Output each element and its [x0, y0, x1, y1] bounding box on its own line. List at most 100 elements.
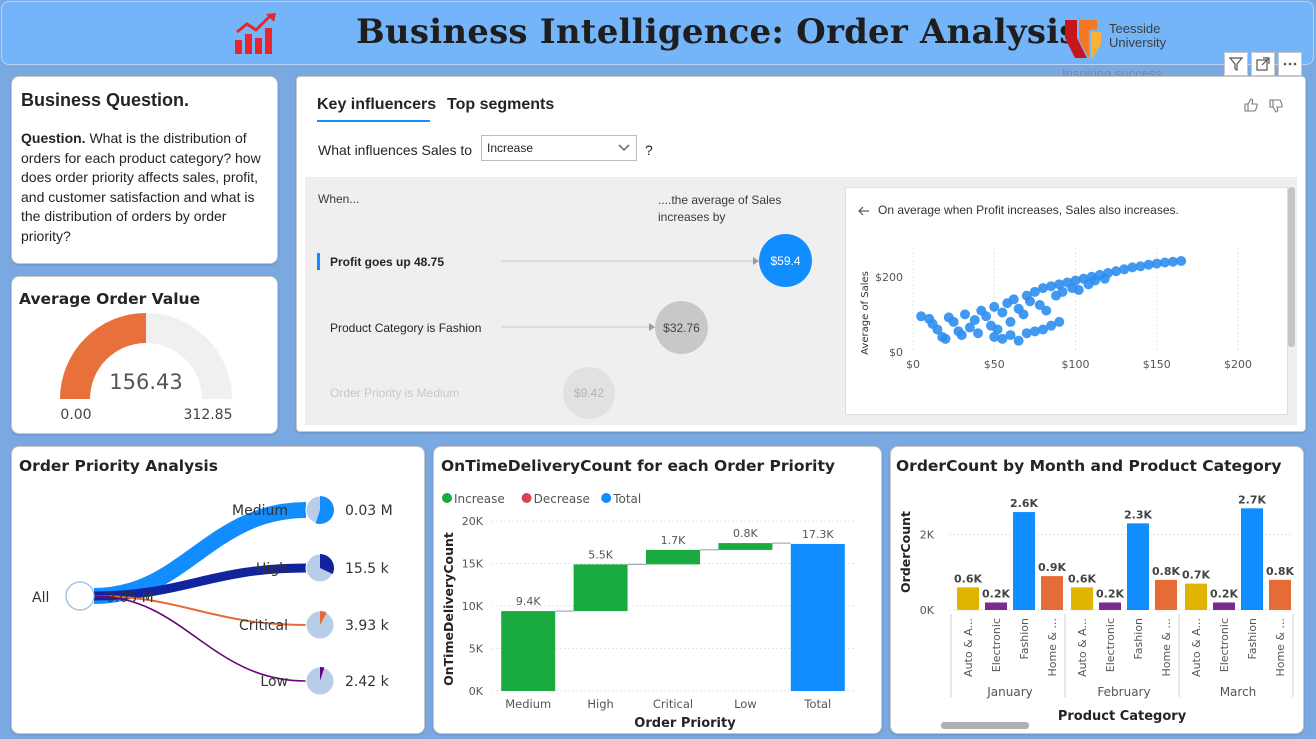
sales-vs-profit-scatter[interactable]: Average of Sales $0 $50 $100 $150 $200 $0 $200: [846, 188, 1287, 414]
scatter-point[interactable]: [940, 333, 951, 344]
thumbs-up-icon[interactable]: [1243, 97, 1259, 113]
decomposition-tree[interactable]: All 0.05 M Medium 0.03 M High 15.5 k Critica…: [12, 447, 426, 735]
waterfall-bar[interactable]: [646, 549, 700, 565]
ordercount-bar[interactable]: [1155, 579, 1177, 610]
waterfall-bar[interactable]: [573, 564, 628, 612]
legend-marker: [442, 493, 452, 503]
waterfall-bar[interactable]: [501, 611, 556, 691]
waterfall-data-label: 0.8K: [733, 527, 758, 540]
waterfall-x-tick: Total: [803, 697, 831, 711]
ordercount-bar[interactable]: [1071, 587, 1093, 610]
scatter-point[interactable]: [1041, 305, 1052, 316]
gauge-chart[interactable]: 156.43 0.00 312.85: [12, 277, 279, 435]
tab-key-influencers[interactable]: Key influencers: [317, 96, 436, 114]
scatter-point[interactable]: [973, 328, 983, 339]
scatter-point[interactable]: [1008, 294, 1019, 305]
branch-value: 2.42 k: [345, 674, 390, 690]
legend-label[interactable]: Decrease: [534, 492, 590, 506]
scatter-x-tick: $100: [1062, 358, 1090, 371]
filter-icon[interactable]: [1224, 52, 1248, 76]
scatter-point[interactable]: [1054, 316, 1065, 327]
chevron-down-icon: [618, 144, 630, 151]
focus-mode-icon[interactable]: [1251, 52, 1275, 76]
ordercount-data-label: 2.6K: [1010, 497, 1038, 510]
scatter-point[interactable]: [1073, 284, 1084, 295]
scatter-y-tick: $0: [889, 346, 903, 359]
scatter-point[interactable]: [1005, 330, 1016, 341]
ordercount-month-label: March: [1220, 685, 1257, 699]
scatter-point[interactable]: [948, 316, 959, 327]
ordercount-category-tick: Auto & A...: [1076, 618, 1089, 677]
scatter-point[interactable]: [956, 330, 967, 341]
influencer-arrow: [501, 323, 655, 331]
waterfall-x-tick: Medium: [505, 697, 551, 711]
waterfall-ylabel: OnTimeDeliveryCount: [441, 532, 456, 686]
gauge-max: 312.85: [184, 407, 233, 423]
thumbs-down-icon[interactable]: [1268, 98, 1284, 114]
ordercount-bar[interactable]: [1127, 523, 1149, 610]
scatter-ylabel: Average of Sales: [860, 271, 871, 355]
bar-chart-trend-icon: [235, 13, 276, 54]
ordercount-bar[interactable]: [1041, 576, 1063, 610]
scatter-point[interactable]: [981, 311, 992, 322]
ordercount-bar[interactable]: [1269, 579, 1291, 610]
influencer-question-prefix: What influences Sales to: [318, 142, 473, 158]
ordercount-data-label: 0.6K: [954, 572, 982, 585]
waterfall-data-label: 5.5K: [588, 548, 613, 561]
ordercount-ylabel: OrderCount: [898, 511, 913, 593]
scatter-point[interactable]: [989, 301, 1000, 312]
legend-label[interactable]: Increase: [454, 492, 505, 506]
scatter-point[interactable]: [1057, 286, 1068, 297]
waterfall-y-tick: 5K: [469, 643, 484, 656]
more-options-icon[interactable]: [1278, 52, 1302, 76]
scatter-point[interactable]: [960, 309, 970, 320]
waterfall-y-tick: 20K: [462, 515, 484, 528]
decomp-flow: [93, 595, 307, 682]
scatter-point[interactable]: [1018, 309, 1029, 320]
selection-indicator: [317, 253, 320, 270]
ordercount-bar[interactable]: [957, 587, 979, 610]
scatter-point[interactable]: [969, 315, 980, 326]
waterfall-x-tick: Critical: [653, 697, 693, 711]
root-node[interactable]: [65, 581, 95, 611]
ordercount-category-tick: Electronic: [990, 618, 1003, 672]
influencer-bubble[interactable]: $59.4: [759, 234, 812, 287]
root-label: All: [32, 590, 49, 606]
waterfall-chart[interactable]: Increase Decrease Total 0K 5K 10K 15K 20K 9.4K…: [434, 447, 883, 735]
ordercount-bar[interactable]: [985, 602, 1007, 610]
influencer-value: $59.4: [770, 253, 801, 268]
scatter-point[interactable]: [997, 307, 1008, 318]
scatter-point[interactable]: [1025, 296, 1035, 307]
ordercount-xlabel: Product Category: [1058, 709, 1187, 724]
ordercount-chart[interactable]: 0K 2K 0.6K Auto & A... 0.2K Electronic 2.6K Fa…: [891, 447, 1305, 735]
ordercount-category-tick: Electronic: [1218, 618, 1231, 672]
waterfall-bar[interactable]: [718, 543, 773, 550]
scatter-x-tick: $50: [984, 358, 1005, 371]
influencer-bubble[interactable]: $32.76: [655, 301, 708, 354]
average-order-value-card: Average Order Value 156.43 0.00 312.85: [11, 276, 278, 434]
waterfall-bar[interactable]: [790, 543, 845, 691]
scatter-point[interactable]: [1005, 316, 1016, 327]
scatter-y-tick: $200: [875, 271, 903, 284]
ordercount-data-label: 0.2K: [982, 587, 1010, 600]
waterfall-data-label: 9.4K: [516, 595, 541, 608]
ordercount-bar[interactable]: [1213, 602, 1235, 610]
scatter-point[interactable]: [1013, 335, 1024, 346]
ordercount-bar[interactable]: [1099, 602, 1121, 610]
legend-label[interactable]: Total: [612, 492, 641, 506]
horizontal-scrollbar[interactable]: [941, 722, 1029, 729]
influencer-bubble[interactable]: $9.42: [563, 367, 615, 425]
tab-top-segments[interactable]: Top segments: [447, 96, 554, 114]
ontime-delivery-card: OnTimeDeliveryCount for each Order Prior…: [433, 446, 882, 734]
ordercount-data-label: 2.7K: [1238, 493, 1266, 506]
ordercount-bar[interactable]: [1185, 583, 1207, 610]
ordercount-bar[interactable]: [1241, 508, 1263, 610]
waterfall-data-label: 1.7K: [661, 534, 686, 547]
ordercount-bar[interactable]: [1013, 512, 1035, 610]
scatter-point[interactable]: [1176, 256, 1187, 267]
influence-direction-dropdown[interactable]: Increase: [481, 135, 637, 161]
influencers-scrollbar[interactable]: [1288, 187, 1295, 347]
ordercount-month-label: February: [1097, 685, 1150, 699]
ordercount-data-label: 0.2K: [1096, 587, 1124, 600]
active-tab-indicator: [317, 120, 430, 122]
